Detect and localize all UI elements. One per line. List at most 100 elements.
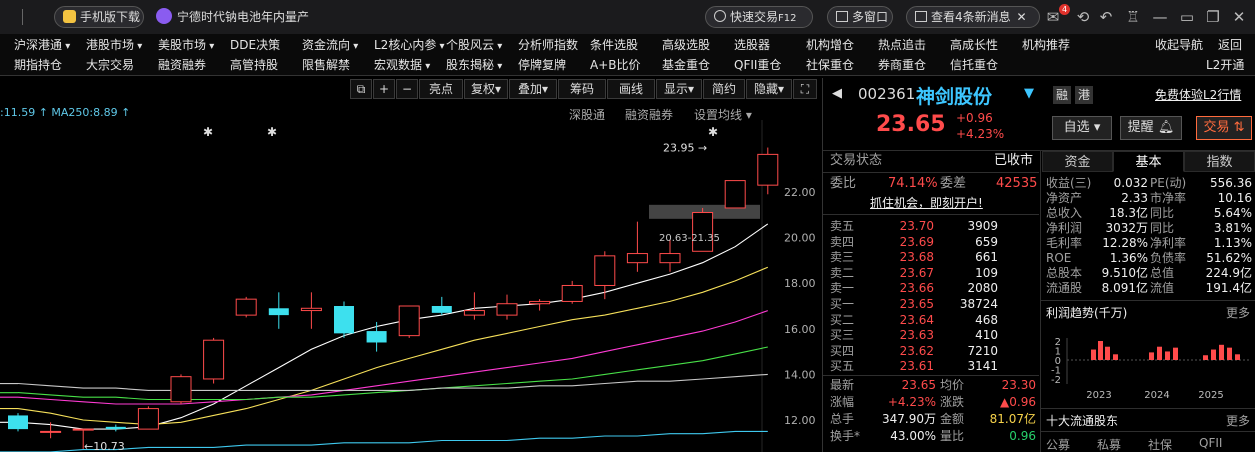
- nav-item[interactable]: 信托重仓: [950, 55, 998, 76]
- close-window-icon[interactable]: ✕: [1230, 8, 1248, 26]
- fundamental-value: 191.4亿: [1205, 281, 1252, 295]
- simple-button[interactable]: 简约: [703, 79, 745, 99]
- level-price: 23.65: [899, 297, 934, 311]
- profit-bar: [1113, 354, 1118, 360]
- candle-body: [692, 212, 714, 252]
- nav-item[interactable]: L2开通: [1206, 55, 1244, 76]
- nav-item[interactable]: 高成长性: [950, 35, 998, 56]
- top-holders-title: 十大流通股东: [1046, 414, 1119, 428]
- dropdown-icon: ▾: [62, 41, 71, 52]
- level-volume: 2080: [967, 281, 998, 295]
- nav-item-label: 机构推荐: [1022, 38, 1071, 52]
- chart-icon-button[interactable]: ⧉: [350, 79, 372, 99]
- nav-item-label: 美股市场: [158, 38, 207, 52]
- nav-item[interactable]: QFII重仓: [734, 55, 781, 76]
- tab-basic[interactable]: 基本: [1113, 151, 1184, 172]
- profit-bar: [1227, 347, 1232, 360]
- swap-icon: ⇅: [1233, 120, 1245, 135]
- tab-funds[interactable]: 资金: [1042, 151, 1113, 172]
- restore-icon[interactable]: ❐: [1204, 8, 1222, 26]
- multi-window-button[interactable]: 多窗口: [827, 6, 893, 28]
- expand-icon[interactable]: ⛶: [793, 79, 817, 99]
- adjust-button[interactable]: 复权▾: [464, 79, 508, 99]
- l2-trial-link[interactable]: 免费体验L2行情: [1155, 86, 1241, 103]
- nav-item[interactable]: 分析师指数: [518, 35, 578, 56]
- candle-body: [40, 430, 62, 433]
- nav-item[interactable]: 港股市场 ▾: [86, 35, 142, 56]
- trade-button[interactable]: 交易 ⇅: [1196, 116, 1252, 140]
- nav-item[interactable]: 期指持仓: [14, 55, 62, 76]
- candle-body: [757, 153, 779, 186]
- nav-item[interactable]: 大宗交易: [86, 55, 134, 76]
- kline-chart[interactable]: 22.0020.0018.0016.0014.0012.00✱ ✱ ✱23.95 →…: [0, 120, 822, 452]
- profit-year-label: 2025: [1198, 390, 1223, 401]
- news-ticker[interactable]: 宁德时代钠电池年内量产: [156, 6, 309, 28]
- nav-item[interactable]: 券商重仓: [878, 55, 926, 76]
- nav-item[interactable]: 股东揭秘 ▾: [446, 55, 502, 76]
- holders-more-link[interactable]: 更多: [1226, 412, 1250, 429]
- holder-tab[interactable]: 公募: [1046, 436, 1070, 452]
- quick-trade-button[interactable]: 快速交易F12: [705, 6, 813, 28]
- skin-icon[interactable]: ♖: [1124, 8, 1142, 26]
- fundamental-row: ROE 1.36% 负债率 51.62%: [1046, 252, 1252, 265]
- zoom-in-button[interactable]: +: [373, 79, 395, 99]
- nav-item[interactable]: 返回: [1218, 35, 1242, 56]
- fullscreen-icon[interactable]: ▭: [1178, 8, 1196, 26]
- mobile-download-button[interactable]: 手机版下载: [54, 6, 144, 28]
- fundamental-value: 5.64%: [1213, 206, 1252, 220]
- nav-item[interactable]: 机构推荐: [1022, 35, 1070, 56]
- summary-row: 总手 347.90万 金额 81.07亿: [830, 413, 1036, 426]
- close-icon[interactable]: ✕: [1016, 10, 1026, 24]
- nav-item[interactable]: 融资融券: [158, 55, 206, 76]
- display-button[interactable]: 显示▾: [656, 79, 702, 99]
- nav-item[interactable]: L2核心内参 ▾: [374, 35, 445, 56]
- level-label: 卖一: [830, 281, 855, 295]
- nav-item[interactable]: 个股风云 ▾: [446, 35, 502, 56]
- order-book-row: 买一 23.65 38724: [830, 298, 1036, 311]
- chips-button[interactable]: 筹码: [558, 79, 606, 99]
- nav-item[interactable]: 热点追击: [878, 35, 926, 56]
- nav-item[interactable]: 基金重仓: [662, 55, 710, 76]
- nav-item[interactable]: DDE决策: [230, 35, 280, 56]
- nav-item[interactable]: 资金流向 ▾: [302, 35, 358, 56]
- watchlist-button[interactable]: 自选 ▾: [1052, 116, 1112, 140]
- nav-item[interactable]: 选股器: [734, 35, 770, 56]
- bell-icon: 🔔︎: [1157, 120, 1175, 135]
- nav-item[interactable]: 机构增仓: [806, 35, 854, 56]
- draw-line-button[interactable]: 画线: [607, 79, 655, 99]
- nav-item[interactable]: 限售解禁: [302, 55, 350, 76]
- holder-tab[interactable]: QFII: [1199, 436, 1222, 450]
- event-star-icon: ✱: [708, 125, 718, 139]
- alert-button[interactable]: 提醒 🔔︎: [1120, 116, 1182, 140]
- holder-tab[interactable]: 私募: [1097, 436, 1121, 452]
- profit-more-link[interactable]: 更多: [1226, 304, 1250, 321]
- order-book-row: 买三 23.63 410: [830, 329, 1036, 342]
- nav-item[interactable]: 高管持股: [230, 55, 278, 76]
- divider: [1041, 300, 1255, 301]
- nav-item[interactable]: 社保重仓: [806, 55, 854, 76]
- nav-item[interactable]: 停牌复牌: [518, 55, 566, 76]
- open-account-promo[interactable]: 抓住机会，即刻开户!: [870, 197, 983, 210]
- candle-body: [203, 339, 225, 380]
- nav-item[interactable]: 收起导航: [1155, 35, 1203, 56]
- nav-item[interactable]: 宏观数据 ▾: [374, 55, 430, 76]
- news-notification[interactable]: 查看4条新消息 ✕: [906, 6, 1040, 28]
- hide-button[interactable]: 隐藏▾: [746, 79, 792, 99]
- holder-tab[interactable]: 社保: [1148, 436, 1172, 452]
- nav-item[interactable]: 美股市场 ▾: [158, 35, 214, 56]
- undo-icon[interactable]: ↶: [1097, 8, 1115, 26]
- tab-index[interactable]: 指数: [1184, 151, 1255, 172]
- nav-item[interactable]: A+B比价: [590, 55, 641, 76]
- dropdown-arrow-icon[interactable]: ▼: [1024, 86, 1034, 101]
- nav-item[interactable]: 条件选股: [590, 35, 638, 56]
- nav-item[interactable]: 沪深港通 ▾: [14, 35, 70, 56]
- minimize-icon[interactable]: —: [1151, 8, 1169, 26]
- zoom-out-button[interactable]: −: [396, 79, 418, 99]
- highlight-button[interactable]: 亮点: [419, 79, 463, 99]
- collapse-arrow-icon[interactable]: ◀: [832, 86, 842, 101]
- title-bar: 手机版下载 宁德时代钠电池年内量产 快速交易F12 多窗口 查看4条新消息 ✕ …: [0, 0, 1255, 34]
- overlay-button[interactable]: 叠加▾: [509, 79, 557, 99]
- history-icon[interactable]: ⟲: [1074, 8, 1092, 26]
- nav-item[interactable]: 高级选股: [662, 35, 710, 56]
- candle-body: [626, 253, 648, 264]
